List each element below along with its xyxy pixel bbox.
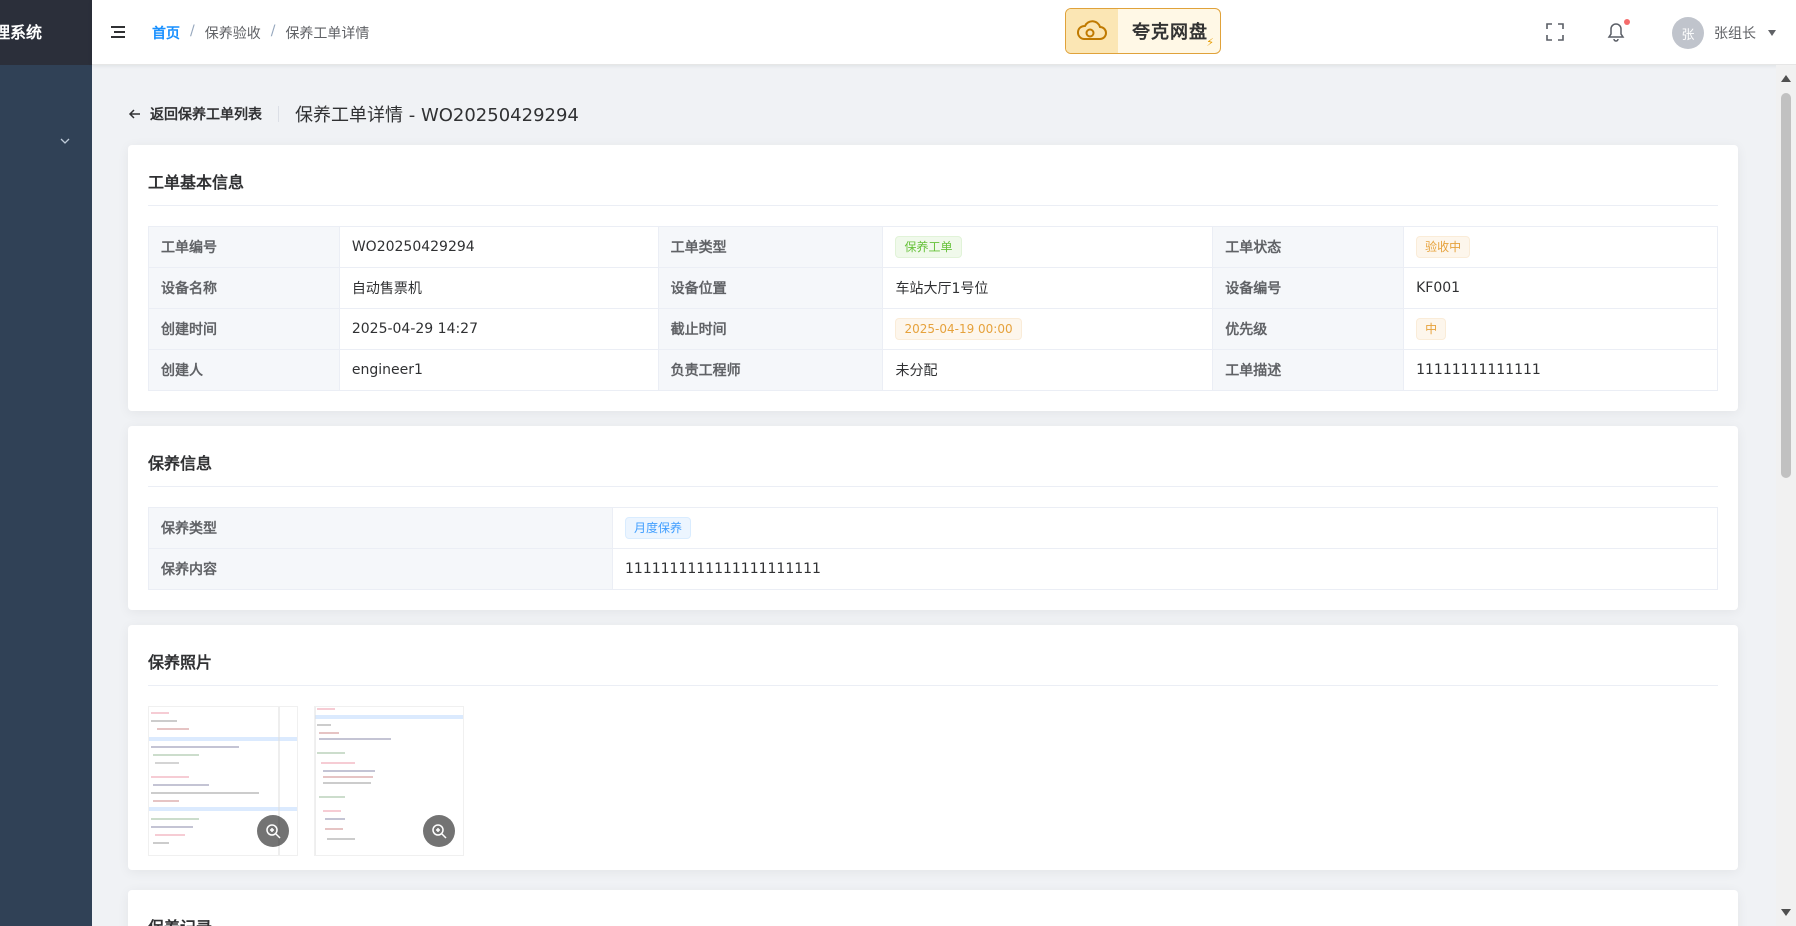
maintenance-type-cell: 月度保养 <box>612 507 1718 549</box>
basic-info-table: 工单编号 WO20250429294 工单类型 保养工单 工单状态 验收中设备名称 自动售票… <box>148 226 1718 391</box>
maintenance-info-card: 保养信息 保养类型 月度保养 保养内容 11111111111111111111… <box>128 426 1738 610</box>
card-title: 保养记录 <box>148 890 1718 926</box>
scroll-up-icon[interactable] <box>1781 75 1791 82</box>
quark-drive-button[interactable]: 夸克网盘 ⚡ <box>1065 8 1221 54</box>
field-label: 设备编号 <box>1212 267 1405 309</box>
sidebar-brand: 理系统 <box>0 0 92 65</box>
field-label: 工单编号 <box>148 226 340 268</box>
photo-thumbnail[interactable] <box>148 706 298 856</box>
scroll-down-icon[interactable] <box>1781 909 1791 916</box>
card-title: 保养照片 <box>148 625 1718 686</box>
status-badge: 2025-04-19 00:00 <box>895 318 1022 340</box>
breadcrumb-separator: / <box>270 23 276 39</box>
hamburger-icon[interactable] <box>110 24 126 40</box>
field-value-cell: 保养工单 <box>882 226 1214 268</box>
table-row: 保养类型 月度保养 <box>148 507 1718 549</box>
table-row: 创建人 engineer1 负责工程师 未分配 工单描述 11111111111111 <box>148 349 1718 391</box>
notification-bell[interactable] <box>1606 19 1630 42</box>
maintenance-type-label: 保养类型 <box>148 507 613 549</box>
avatar: 张 <box>1672 17 1704 49</box>
field-label: 设备位置 <box>657 267 884 309</box>
field-value: 自动售票机 <box>338 267 659 309</box>
arrow-left-icon <box>128 109 140 119</box>
table-row: 保养内容 1111111111111111111111 <box>148 548 1718 590</box>
breadcrumb: 首页 / 保养验收 / 保养工单详情 <box>152 23 369 43</box>
scrollbar[interactable] <box>1776 65 1796 926</box>
back-label: 返回保养工单列表 <box>150 107 262 123</box>
field-value-cell: 中 <box>1403 308 1718 350</box>
maintenance-info-table: 保养类型 月度保养 保养内容 1111111111111111111111 <box>148 507 1718 590</box>
breadcrumb-maintenance-acceptance[interactable]: 保养验收 <box>205 23 261 43</box>
fullscreen-icon[interactable] <box>1545 22 1565 42</box>
quark-label: 夸克网盘 <box>1132 22 1208 43</box>
field-value: 车站大厅1号位 <box>882 267 1214 309</box>
field-label: 截止时间 <box>657 308 884 350</box>
field-label: 工单状态 <box>1212 226 1405 268</box>
field-value: KF001 <box>1403 267 1718 309</box>
photos-card: 保养照片 <box>128 625 1738 870</box>
chevron-down-icon[interactable] <box>58 134 72 148</box>
breadcrumb-current: 保养工单详情 <box>285 26 370 42</box>
breadcrumb-separator: / <box>190 23 195 39</box>
bolt-icon: ⚡ <box>1206 36 1214 49</box>
page-header: 返回保养工单列表 保养工单详情 - WO20250429294 <box>128 101 579 127</box>
status-badge: 验收中 <box>1416 236 1471 258</box>
card-title: 保养信息 <box>148 426 1718 487</box>
field-value: engineer1 <box>338 349 659 391</box>
field-value: 2025-04-29 14:27 <box>338 308 659 350</box>
caret-down-icon <box>1768 30 1776 36</box>
zoom-in-button[interactable] <box>423 815 455 847</box>
field-value: 11111111111111 <box>1403 349 1718 391</box>
table-row: 设备名称 自动售票机 设备位置 车站大厅1号位 设备编号 KF001 <box>148 267 1718 309</box>
main-content: 返回保养工单列表 保养工单详情 - WO20250429294 工单基本信息 工… <box>92 65 1776 926</box>
records-card: 保养记录 <box>128 890 1738 926</box>
maintenance-content-value: 1111111111111111111111 <box>612 548 1718 590</box>
back-to-list-button[interactable]: 返回保养工单列表 <box>128 104 262 124</box>
status-badge: 保养工单 <box>895 236 962 258</box>
breadcrumb-home[interactable]: 首页 <box>152 23 180 43</box>
photo-list <box>148 706 1718 856</box>
field-label: 创建时间 <box>148 308 340 350</box>
status-badge: 中 <box>1416 318 1447 340</box>
notification-dot <box>1624 19 1630 25</box>
field-label: 优先级 <box>1212 308 1405 350</box>
table-row: 创建时间 2025-04-29 14:27 截止时间 2025-04-19 00:00… <box>148 308 1718 350</box>
field-value-cell: 验收中 <box>1403 226 1718 268</box>
zoom-in-icon <box>432 824 447 839</box>
basic-info-card: 工单基本信息 工单编号 WO20250429294 工单类型 保养工单 工单状态 验收中设… <box>128 145 1738 411</box>
field-value-cell: 2025-04-19 00:00 <box>882 308 1214 350</box>
user-menu[interactable]: 张 张组长 <box>1672 17 1776 49</box>
maintenance-content-label: 保养内容 <box>148 548 613 590</box>
scroll-thumb[interactable] <box>1781 93 1791 478</box>
field-label: 创建人 <box>148 349 340 391</box>
table-row: 工单编号 WO20250429294 工单类型 保养工单 工单状态 验收中 <box>148 226 1718 268</box>
divider <box>278 106 279 122</box>
field-label: 工单类型 <box>657 226 884 268</box>
field-label: 设备名称 <box>148 267 340 309</box>
card-title: 工单基本信息 <box>148 145 1718 206</box>
field-label: 负责工程师 <box>657 349 884 391</box>
page-title: 保养工单详情 - WO20250429294 <box>295 105 579 126</box>
top-header: 首页 / 保养验收 / 保养工单详情 夸克网盘 ⚡ 张 张组长 <box>92 0 1796 65</box>
field-value: WO20250429294 <box>338 226 659 268</box>
status-badge: 月度保养 <box>625 517 692 539</box>
user-name: 张组长 <box>1714 26 1756 42</box>
field-label: 工单描述 <box>1212 349 1405 391</box>
zoom-in-icon <box>266 824 281 839</box>
bell-icon <box>1607 23 1625 42</box>
zoom-in-button[interactable] <box>257 815 289 847</box>
photo-thumbnail[interactable] <box>314 706 464 856</box>
sidebar: 理系统 <box>0 0 92 926</box>
cloud-icon <box>1066 9 1118 53</box>
field-value: 未分配 <box>882 349 1214 391</box>
